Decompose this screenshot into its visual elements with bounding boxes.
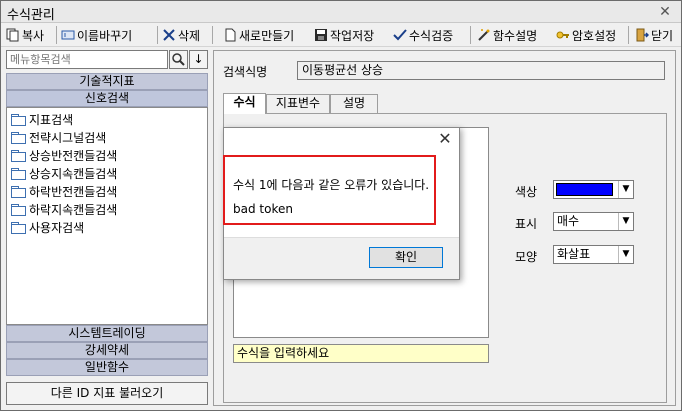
search-button[interactable] <box>169 50 188 69</box>
tree-item[interactable]: 지표검색 <box>11 111 73 128</box>
load-other-id-indicator-button[interactable]: 다른 ID 지표 불러오기 <box>6 382 208 405</box>
folder-icon <box>11 114 26 126</box>
copy-button[interactable]: 복사 <box>6 25 44 45</box>
delete-label: 삭제 <box>178 28 201 43</box>
shape-select[interactable]: 화살표 ▼ <box>553 245 634 264</box>
menu-search-input[interactable] <box>7 51 167 68</box>
window-close-button[interactable]: ✕ <box>655 2 675 22</box>
shape-label: 모양 <box>515 250 538 264</box>
signal-search-tree: 지표검색 전략시그널검색 상승반전캔들검색 상승지속캔들검색 하락반전캔들검색 … <box>6 107 208 325</box>
key-icon <box>556 28 570 42</box>
toolbar-separator <box>56 26 57 44</box>
verify-label: 수식검증 <box>409 28 454 43</box>
function-help-label: 함수설명 <box>493 28 538 43</box>
save-label: 작업저장 <box>330 28 375 43</box>
search-name-field[interactable]: 이동평균선 상승 <box>297 61 665 80</box>
close-label: 닫기 <box>651 28 674 43</box>
folder-icon <box>11 204 26 216</box>
category-signal-search[interactable]: 신호검색 <box>6 90 208 107</box>
new-document-icon <box>223 28 237 42</box>
tab-indicator-variables[interactable]: 지표변수 <box>266 94 330 113</box>
search-icon <box>172 53 185 66</box>
magic-wand-icon <box>477 28 491 42</box>
tree-item-label: 사용자검색 <box>29 221 85 235</box>
tree-item[interactable]: 상승반전캔들검색 <box>11 147 117 164</box>
search-name-label: 검색식명 <box>223 65 268 79</box>
folder-icon <box>11 168 26 180</box>
close-button[interactable]: 닫기 <box>635 25 673 45</box>
toolbar-separator <box>157 26 158 44</box>
toolbar-separator <box>212 26 213 44</box>
x-delete-icon <box>162 28 176 42</box>
tree-item[interactable]: 전략시그널검색 <box>11 129 106 146</box>
verify-button[interactable]: 수식검증 <box>393 25 453 45</box>
tree-item[interactable]: 하락지속캔들검색 <box>11 201 117 218</box>
delete-button[interactable]: 삭제 <box>162 25 200 45</box>
tree-item-label: 상승반전캔들검색 <box>29 149 118 163</box>
down-arrow-button[interactable]: ↓ <box>189 50 208 69</box>
dropdown-arrow-icon: ▼ <box>618 213 633 230</box>
category-technical-indicators[interactable]: 기술적지표 <box>6 73 208 90</box>
tab-formula[interactable]: 수식 <box>223 93 266 114</box>
password-label: 암호설정 <box>572 28 617 43</box>
new-button[interactable]: 새로만들기 <box>223 25 294 45</box>
error-message: 수식 1에 다음과 같은 오류가 있습니다. <box>233 178 430 192</box>
category-general-functions[interactable]: 일반함수 <box>6 359 208 376</box>
display-label: 표시 <box>515 217 538 231</box>
display-select-value: 매수 <box>557 214 580 228</box>
dialog-close-button[interactable]: ✕ <box>436 130 454 148</box>
tab-description[interactable]: 설명 <box>330 94 378 113</box>
category-bull-bear[interactable]: 강세약세 <box>6 342 208 359</box>
tree-item-label: 전략시그널검색 <box>29 131 107 145</box>
tree-item-label: 상승지속캔들검색 <box>29 167 118 181</box>
toolbar: 복사 이름바꾸기 삭제 새로만들기 작업저장 수식검증 함수설명 암호설정 닫기 <box>1 23 681 47</box>
checkmark-icon <box>393 28 407 42</box>
dropdown-arrow-icon: ▼ <box>618 181 633 198</box>
rename-button[interactable]: 이름바꾸기 <box>61 25 132 45</box>
rename-label: 이름바꾸기 <box>77 28 133 43</box>
tree-item[interactable]: 상승지속캔들검색 <box>11 165 117 182</box>
dropdown-arrow-icon: ▼ <box>618 246 633 263</box>
save-disk-icon <box>314 28 328 42</box>
exit-door-icon <box>635 28 650 42</box>
color-label: 색상 <box>515 185 538 199</box>
copy-label: 복사 <box>22 28 45 43</box>
formula-input-hint[interactable]: 수식을 입력하세요 <box>233 344 489 363</box>
tree-item-label: 하락반전캔들검색 <box>29 185 118 199</box>
category-system-trading[interactable]: 시스템트레이딩 <box>6 325 208 342</box>
password-button[interactable]: 암호설정 <box>556 25 616 45</box>
display-select[interactable]: 매수 ▼ <box>553 212 634 231</box>
folder-icon <box>11 150 26 162</box>
color-swatch <box>556 183 613 196</box>
shape-select-value: 화살표 <box>557 247 591 261</box>
menu-search-box[interactable] <box>6 50 168 69</box>
folder-icon <box>11 132 26 144</box>
error-detail: bad token <box>233 202 293 216</box>
window-title: 수식관리 <box>7 8 55 23</box>
new-label: 새로만들기 <box>239 28 295 43</box>
rename-icon <box>61 28 75 42</box>
tree-item-label: 하락지속캔들검색 <box>29 203 118 217</box>
toolbar-separator <box>628 26 629 44</box>
tree-item-label: 지표검색 <box>29 113 74 127</box>
tree-item[interactable]: 사용자검색 <box>11 219 84 236</box>
function-help-button[interactable]: 함수설명 <box>477 25 537 45</box>
ok-button[interactable]: 확인 <box>369 247 443 268</box>
tree-item[interactable]: 하락반전캔들검색 <box>11 183 117 200</box>
open-folder-icon <box>11 222 26 234</box>
folder-icon <box>11 186 26 198</box>
toolbar-separator <box>470 26 471 44</box>
save-button[interactable]: 작업저장 <box>314 25 374 45</box>
copy-icon <box>6 28 20 42</box>
title-bar: 수식관리 ✕ <box>1 1 681 23</box>
